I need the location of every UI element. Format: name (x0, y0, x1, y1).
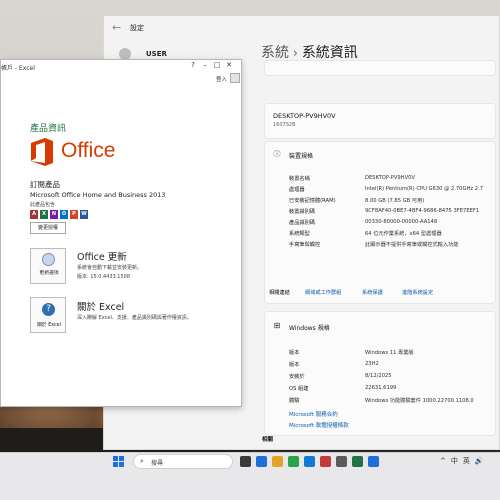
about-excel-heading: 關於 Excel (77, 302, 125, 313)
version-text: 版本: 15.0.4433.1508 (77, 274, 131, 280)
breadcrumb: 系統 › 系統資訊 (261, 42, 358, 62)
maximize-icon[interactable]: □ (211, 61, 223, 69)
window-title: 帳戶 - Excel (1, 65, 35, 72)
product-info-heading: 產品資訊 (30, 124, 67, 134)
taskbar-app-icon[interactable] (272, 456, 283, 467)
spec-row: 已安裝記憶體(RAM) 8.00 GB (7.85 GB 可用) (289, 198, 425, 204)
about-excel-button[interactable]: ? 關於 Excel (30, 297, 66, 333)
tray-overflow-icon[interactable]: ^ (440, 457, 446, 465)
office-app-icon: A (30, 210, 38, 219)
office-app-icon: N (50, 210, 58, 219)
help-icon: ? (42, 303, 55, 316)
windows-specs-heading: Windows 規格 (289, 325, 330, 332)
spec-row: 版本 Windows 11 專業版 (289, 350, 414, 356)
taskbar-app-icon[interactable] (304, 456, 315, 467)
system-tray: ^ 中英 🔊 (440, 456, 489, 466)
taskbar-app-icon[interactable] (288, 456, 299, 467)
device-specs-heading: 裝置規格 (289, 153, 314, 160)
windows-logo-icon: ⊞ (273, 321, 281, 330)
spec-row: 安裝於 8/12/2025 (289, 373, 392, 380)
top-card (264, 60, 496, 76)
user-name: USER (146, 50, 167, 58)
update-options-button[interactable]: 更新選項 (30, 248, 66, 284)
update-options-label: 更新選項 (39, 271, 59, 276)
spec-row: 裝置識別碼 9CF8AF40-0BE7-4BF4-9686-8475 3FE7EE… (289, 208, 480, 215)
product-name: Microsoft Office Home and Business 2013 (30, 191, 166, 199)
taskbar-app-icon[interactable] (368, 456, 379, 467)
spec-row: 系統類型 64 位元作業系統，x64 型處理器 (289, 231, 442, 237)
spec-row: OS 組建 22631.6199 (289, 385, 397, 392)
link-license-terms[interactable]: Microsoft 軟體授權條款 (289, 421, 349, 429)
office-wordmark: Office (61, 139, 116, 162)
office-app-icon: W (80, 210, 88, 219)
link-domain-workgroup[interactable]: 網域或工作群組 (305, 289, 341, 296)
device-model: 1607S2B (273, 122, 296, 128)
back-arrow-icon[interactable]: ← (112, 21, 121, 34)
taskbar-app-icon[interactable] (320, 456, 331, 467)
link-system-protection[interactable]: 系統保護 (362, 289, 383, 296)
taskbar-search[interactable]: ⌕ 搜尋 (133, 454, 233, 469)
help-icon[interactable]: ? (187, 61, 199, 69)
office-logo-icon (31, 138, 53, 166)
about-excel-label: 關於 Excel (37, 323, 61, 328)
office-app-icon: P (70, 210, 78, 219)
related-links-label: 相關連結 (269, 290, 290, 296)
change-license-button[interactable]: 變更授權 (30, 222, 66, 234)
page-title: 系統資訊 (301, 45, 358, 61)
taskbar-app-icon[interactable] (256, 456, 267, 467)
update-description: 系統會自動下載並安裝更新。 (77, 265, 143, 271)
chevron-right-icon: › (293, 46, 298, 60)
spec-row: 產品識別碼 00330-80000-00000-AA148 (289, 219, 438, 226)
link-service-agreement[interactable]: Microsoft 服務合約 (289, 410, 338, 418)
avatar[interactable] (230, 73, 240, 83)
taskbar-app-icon[interactable] (352, 456, 363, 467)
taskbar-app-icon[interactable] (336, 456, 347, 467)
settings-title: 設定 (130, 24, 144, 32)
breadcrumb-root[interactable]: 系統 (261, 45, 289, 61)
about-description: 深入瞭解 Excel、支援、產品識別碼與著作權資訊。 (77, 315, 192, 321)
search-icon: ⌕ (140, 457, 144, 465)
info-icon: ⓘ (273, 150, 281, 158)
settings-titlebar[interactable]: ← 設定 (104, 16, 500, 42)
product-contains-label: 此產品包含 (30, 202, 56, 208)
windows-specs-card: ⊞ Windows 規格 版本 Windows 11 專業版 版本 23H2 安裝於… (264, 311, 496, 436)
related-section-heading: 相關 (262, 437, 274, 443)
link-advanced-settings[interactable]: 進階系統設定 (402, 289, 433, 296)
volume-icon[interactable]: 🔊 (475, 457, 484, 465)
product-label: 訂閱產品 (30, 180, 60, 189)
office-app-icon: X (40, 210, 48, 219)
sign-in-link[interactable]: 登入 (216, 75, 227, 83)
spec-row: 版本 23H2 (289, 361, 379, 368)
device-specs-card: ⓘ 裝置規格 裝置名稱 DESKTOP-PV9HV0V 處理器 Intel(R) P… (264, 141, 496, 304)
update-icon (42, 253, 55, 266)
taskbar: ⌕ 搜尋 ^ 中英 🔊 (0, 452, 500, 500)
window-controls: ? – □ ✕ (187, 61, 235, 69)
device-name: DESKTOP-PV9HV0V (273, 112, 336, 120)
spec-row: 體驗 Windows 功能體驗套件 1000.22700.1108.0 (289, 398, 474, 404)
search-placeholder: 搜尋 (151, 460, 164, 467)
close-icon[interactable]: ✕ (223, 61, 235, 69)
excel-window: 帳戶 - Excel ? – □ ✕ 登入 產品資訊 Office 訂閱產品 Micr… (0, 59, 242, 407)
spec-row: 手寫筆與觸控 此顯示器不提供手寫筆或觸控式輸入功能 (289, 242, 459, 248)
office-app-icon: O (60, 210, 68, 219)
start-button[interactable] (113, 456, 125, 468)
ime-indicator[interactable]: 中 (451, 457, 458, 465)
taskbar-app-icon[interactable] (240, 456, 251, 467)
spec-row: 處理器 Intel(R) Pentium(R) CPU G630 @ 2.70GH… (289, 186, 484, 193)
device-card[interactable]: DESKTOP-PV9HV0V 1607S2B (264, 103, 496, 139)
office-update-heading: Office 更新 (77, 252, 127, 263)
minimize-icon[interactable]: – (199, 61, 211, 69)
language-indicator[interactable]: 英 (463, 457, 470, 465)
spec-row: 裝置名稱 DESKTOP-PV9HV0V (289, 175, 415, 182)
